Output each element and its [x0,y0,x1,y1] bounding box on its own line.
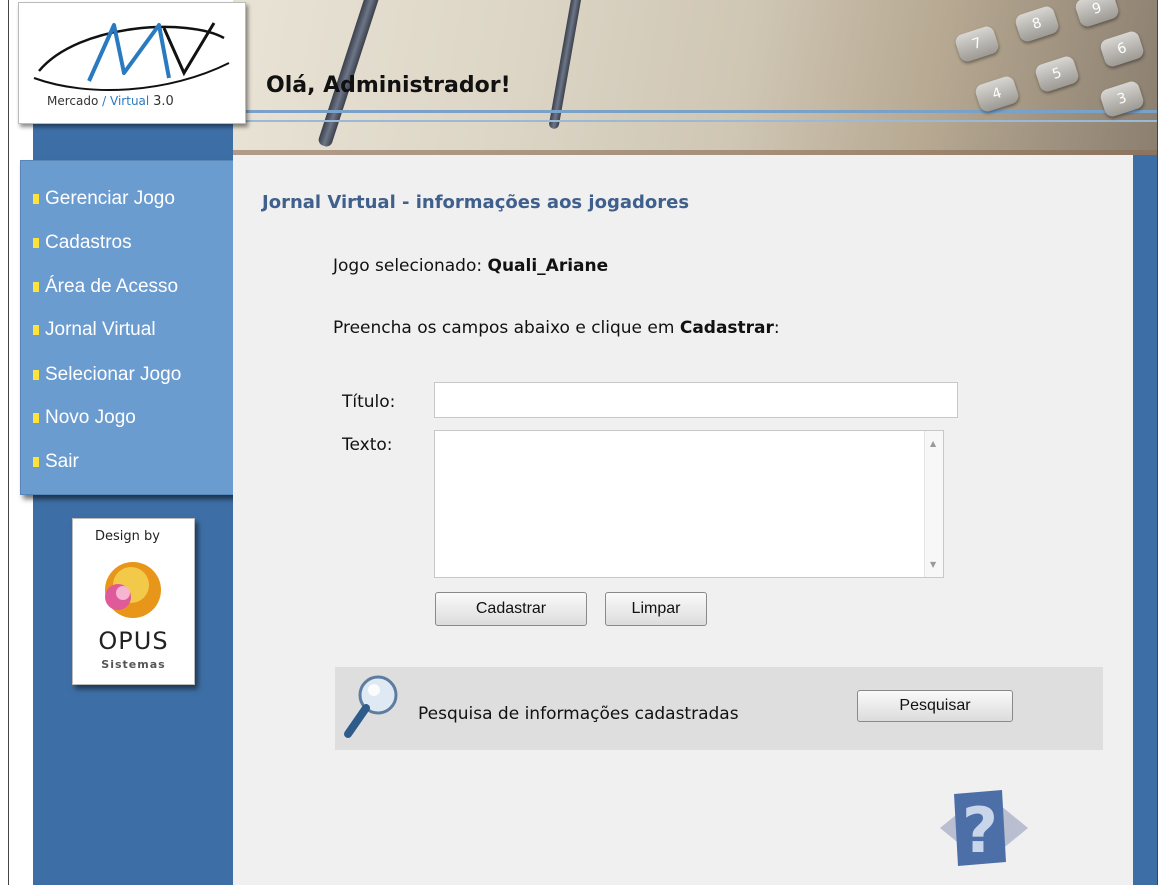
sidebar-item-label: Cadastros [45,232,132,253]
instructions-line: Preencha os campos abaixo e clique em Ca… [333,318,780,338]
sidebar-item-area-de-acesso[interactable]: Área de Acesso [33,276,178,298]
key-icon: 3 [1098,79,1146,119]
key-icon: 9 [1073,0,1121,29]
logo-caption: Mercado / Virtual 3.0 [47,94,174,109]
sidebar-item-novo-jogo[interactable]: Novo Jogo [33,407,136,429]
bullet-icon [33,237,39,248]
logo-mercado-text: Mercado [47,94,99,108]
page-title: Jornal Virtual - informações aos jogador… [262,192,690,213]
cadastrar-button[interactable]: Cadastrar [435,592,587,626]
mv-logo-icon [33,22,230,91]
instructions-text: Preencha os campos abaixo e clique em [333,318,680,338]
sidebar-item-gerenciar-jogo[interactable]: Gerenciar Jogo [33,188,175,210]
titulo-label: Título: [342,392,396,412]
pesquisar-button[interactable]: Pesquisar [857,690,1013,722]
help-icon[interactable]: ? [940,786,1028,866]
scroll-up-icon[interactable]: ▲ [930,439,936,448]
opus-name: OPUS [98,627,169,655]
instructions-suffix: : [773,318,780,338]
sidebar-item-sair[interactable]: Sair [33,451,79,473]
magnifier-icon [344,675,398,738]
titulo-input[interactable] [434,382,958,418]
left-border [8,0,9,885]
sidebar-item-jornal-virtual[interactable]: Jornal Virtual [33,319,156,341]
texto-label: Texto: [342,435,393,455]
right-border [1157,0,1158,885]
instructions-bold: Cadastrar [679,318,774,338]
bullet-icon [33,369,39,380]
sidebar-item-label: Sair [45,451,79,472]
sidebar-item-label: Jornal Virtual [45,319,156,340]
sidebar-item-label: Novo Jogo [45,407,136,428]
bullet-icon [33,324,39,335]
selected-game-line: Jogo selecionado: Quali_Ariane [333,256,608,276]
sidebar-item-label: Selecionar Jogo [45,364,182,385]
selected-game-value: Quali_Ariane [487,256,609,276]
sidebar-item-selecionar-jogo[interactable]: Selecionar Jogo [33,364,181,386]
logo-version: 3.0 [153,94,174,109]
page: 7 8 9 6 4 5 3 Olá, Administrador! Mercad… [0,0,1163,885]
mv-logo[interactable]: Mercado / Virtual 3.0 [18,2,246,124]
bullet-icon [33,281,39,292]
scroll-down-icon[interactable]: ▼ [930,560,936,569]
calculator-keypad: 7 8 9 6 4 5 3 [927,0,1147,145]
bullet-icon [33,193,39,204]
search-description: Pesquisa de informações cadastradas [418,704,739,724]
sidebar-menu: Gerenciar Jogo Cadastros Área de Acesso … [20,160,245,495]
opus-subtitle: Sistemas [101,658,166,671]
right-border-column [1133,155,1157,885]
sidebar-item-label: Área de Acesso [45,276,179,297]
sidebar-item-cadastros[interactable]: Cadastros [33,232,132,254]
sidebar-item-label: Gerenciar Jogo [45,188,175,209]
textarea-scrollbar[interactable]: ▲ ▼ [924,431,943,577]
greeting-title: Olá, Administrador! [266,73,511,98]
logo-virtual-text: Virtual [110,94,150,108]
key-icon: 5 [1033,54,1081,94]
bullet-icon [33,412,39,423]
key-icon: 4 [973,74,1021,114]
opus-credit[interactable]: Design by OPUS Sistemas [72,518,195,685]
design-by-label: Design by [95,529,160,544]
key-icon: 8 [1013,4,1061,44]
limpar-button[interactable]: Limpar [605,592,707,626]
key-icon: 7 [953,24,1001,64]
key-icon: 6 [1098,29,1146,69]
selected-game-label: Jogo selecionado: [333,256,488,276]
bullet-icon [33,456,39,467]
texto-textarea[interactable]: ▲ ▼ [434,430,944,578]
opus-logo-icon [105,562,161,618]
svg-text:?: ? [962,794,998,866]
